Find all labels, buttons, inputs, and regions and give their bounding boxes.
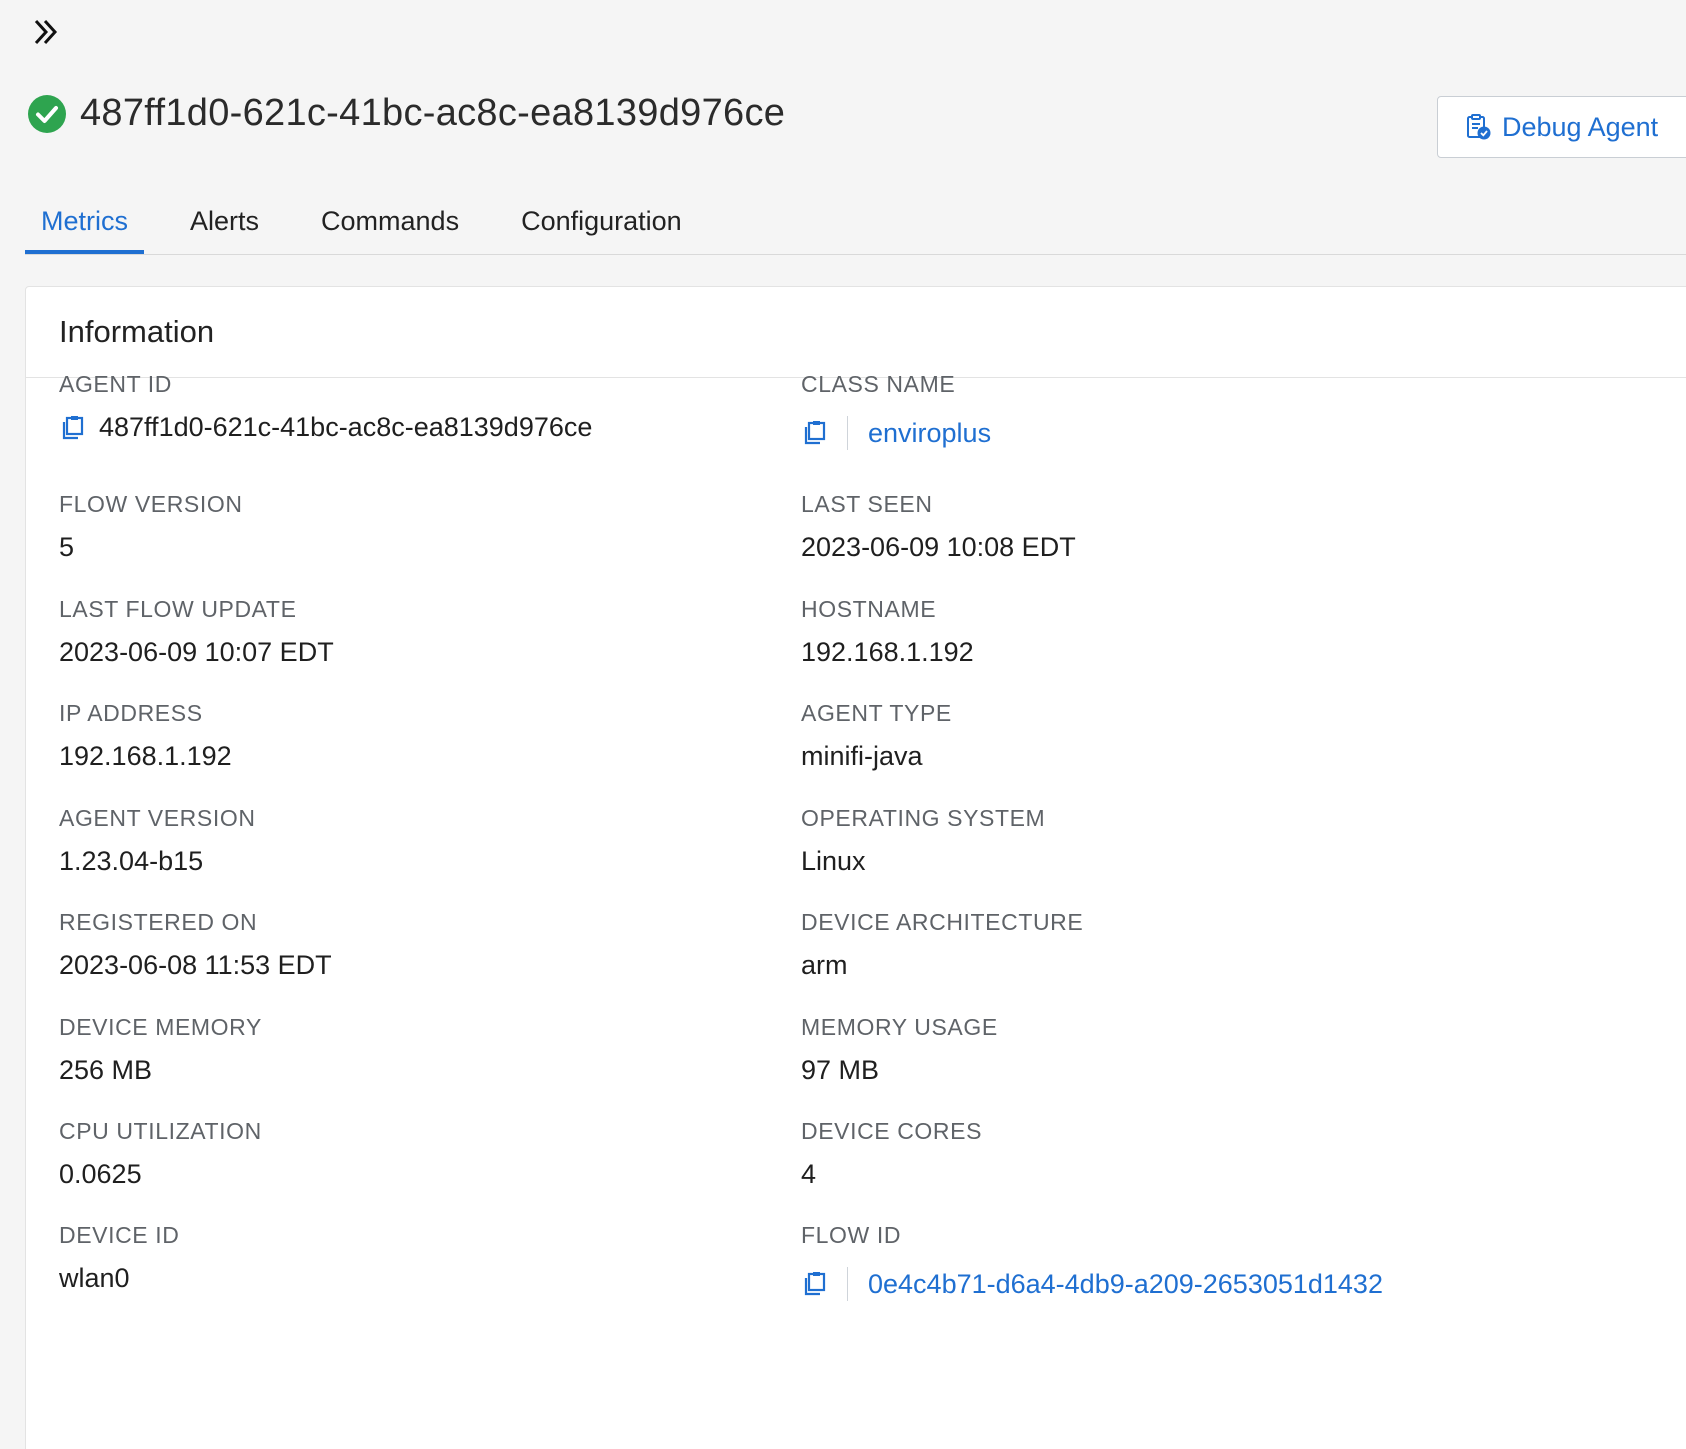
- field-flow-version: FLOW VERSION 5: [59, 491, 243, 563]
- field-device-memory: DEVICE MEMORY 256 MB: [59, 1014, 262, 1086]
- double-chevron-right-icon: [34, 19, 58, 45]
- field-value: 2023-06-09 10:08 EDT: [801, 532, 1076, 562]
- field-agent-version: AGENT VERSION 1.23.04-b15: [59, 805, 256, 877]
- agent-id-value: 487ff1d0-621c-41bc-ac8c-ea8139d976ce: [99, 412, 593, 442]
- tab-bar: Metrics Alerts Commands Configuration: [25, 196, 1686, 255]
- tab-alerts[interactable]: Alerts: [174, 196, 275, 254]
- field-value: 2023-06-09 10:07 EDT: [59, 637, 334, 667]
- clipboard-check-icon: [1467, 114, 1491, 140]
- page-header: 487ff1d0-621c-41bc-ac8c-ea8139d976ce: [26, 92, 785, 135]
- debug-agent-button[interactable]: Debug Agent: [1437, 96, 1686, 158]
- field-label: CPU UTILIZATION: [59, 1118, 262, 1144]
- field-value: 192.168.1.192: [59, 741, 232, 771]
- field-label: DEVICE ARCHITECTURE: [801, 909, 1084, 935]
- field-cpu-utilization: CPU UTILIZATION 0.0625: [59, 1118, 262, 1190]
- field-label: FLOW VERSION: [59, 491, 243, 517]
- field-label: MEMORY USAGE: [801, 1014, 998, 1040]
- copy-icon[interactable]: [801, 1270, 829, 1298]
- field-device-architecture: DEVICE ARCHITECTURE arm: [801, 909, 1083, 981]
- field-value: 256 MB: [59, 1055, 153, 1085]
- field-last-flow-update: LAST FLOW UPDATE 2023-06-09 10:07 EDT: [59, 596, 334, 668]
- field-memory-usage: MEMORY USAGE 97 MB: [801, 1014, 998, 1086]
- field-label: DEVICE CORES: [801, 1118, 983, 1144]
- field-label: LAST SEEN: [801, 491, 933, 517]
- field-label: CLASS NAME: [801, 371, 956, 397]
- divider: [847, 1267, 848, 1301]
- field-value: arm: [801, 950, 848, 980]
- field-label: HOSTNAME: [801, 596, 937, 622]
- field-last-seen: LAST SEEN 2023-06-09 10:08 EDT: [801, 491, 1076, 563]
- field-value: 97 MB: [801, 1055, 880, 1085]
- field-label: AGENT TYPE: [801, 700, 952, 726]
- expand-sidebar-button[interactable]: [26, 12, 66, 52]
- tab-commands[interactable]: Commands: [305, 196, 475, 254]
- field-value: wlan0: [59, 1263, 130, 1293]
- field-label: AGENT ID: [59, 371, 173, 397]
- field-value: Linux: [801, 846, 866, 876]
- copy-icon[interactable]: [59, 414, 87, 442]
- field-value: 1.23.04-b15: [59, 846, 204, 876]
- field-label: AGENT VERSION: [59, 805, 256, 831]
- field-label: IP ADDRESS: [59, 700, 203, 726]
- field-label: REGISTERED ON: [59, 909, 258, 935]
- agent-detail-page: 487ff1d0-621c-41bc-ac8c-ea8139d976ce Deb…: [0, 0, 1686, 1449]
- field-value: 0.0625: [59, 1159, 142, 1189]
- class-name-link[interactable]: enviroplus: [868, 418, 991, 449]
- field-registered-on: REGISTERED ON 2023-06-08 11:53 EDT: [59, 909, 332, 981]
- field-label: LAST FLOW UPDATE: [59, 596, 297, 622]
- tab-metrics[interactable]: Metrics: [25, 196, 144, 254]
- field-label: FLOW ID: [801, 1222, 902, 1248]
- divider: [847, 416, 848, 450]
- field-agent-type: AGENT TYPE minifi-java: [801, 700, 952, 772]
- field-value: 5: [59, 532, 75, 562]
- page-title: 487ff1d0-621c-41bc-ac8c-ea8139d976ce: [80, 92, 786, 134]
- field-class-name: CLASS NAME enviroplus: [801, 371, 991, 450]
- field-operating-system: OPERATING SYSTEM Linux: [801, 805, 1045, 877]
- information-card: Information AGENT ID 487ff1d0-621c-41bc-…: [25, 286, 1686, 1449]
- field-device-cores: DEVICE CORES 4: [801, 1118, 982, 1190]
- field-value: 4: [801, 1159, 817, 1189]
- field-value: 2023-06-08 11:53 EDT: [59, 950, 332, 980]
- field-value: minifi-java: [801, 741, 923, 771]
- field-label: DEVICE MEMORY: [59, 1014, 262, 1040]
- field-device-id: DEVICE ID wlan0: [59, 1222, 179, 1294]
- debug-agent-label: Debug Agent: [1502, 111, 1659, 142]
- tab-configuration[interactable]: Configuration: [505, 196, 698, 254]
- field-flow-id: FLOW ID 0e4c4b71-d6a4-4db9-a209-2653051d…: [801, 1222, 1383, 1301]
- field-agent-id: AGENT ID 487ff1d0-621c-41bc-ac8c-ea8139d…: [59, 371, 592, 443]
- field-label: OPERATING SYSTEM: [801, 805, 1046, 831]
- copy-icon[interactable]: [801, 419, 829, 447]
- field-hostname: HOSTNAME 192.168.1.192: [801, 596, 974, 668]
- field-label: DEVICE ID: [59, 1222, 180, 1248]
- field-ip-address: IP ADDRESS 192.168.1.192: [59, 700, 232, 772]
- card-title: Information: [26, 287, 1686, 378]
- flow-id-link[interactable]: 0e4c4b71-d6a4-4db9-a209-2653051d1432: [868, 1269, 1383, 1300]
- check-circle-icon: [28, 94, 66, 133]
- field-value: 192.168.1.192: [801, 637, 974, 667]
